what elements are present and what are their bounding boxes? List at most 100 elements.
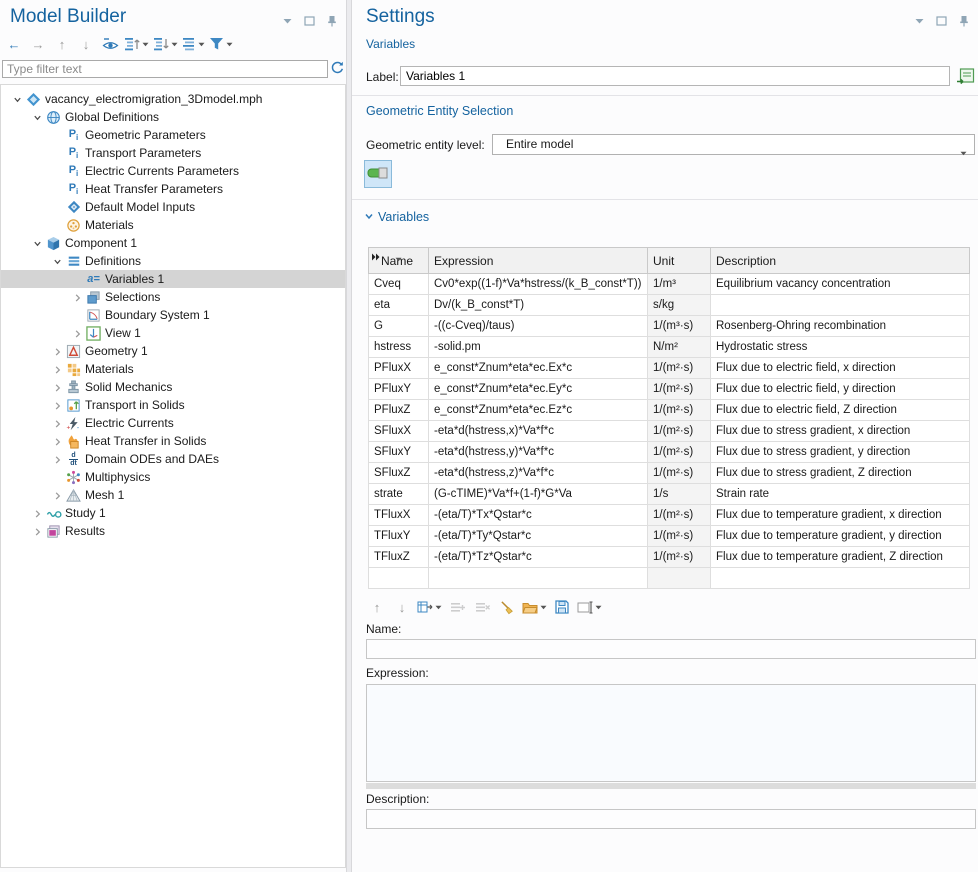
float-panel-icon[interactable] xyxy=(303,14,316,27)
cell-name[interactable]: G xyxy=(369,316,429,337)
cell-name[interactable]: hstress xyxy=(369,337,429,358)
cell-description[interactable] xyxy=(711,295,970,316)
cell-name[interactable]: SFluxX xyxy=(369,421,429,442)
tree-item-variables-1[interactable]: a=Variables 1 xyxy=(1,270,345,288)
tree-item-domain-odes-and-daes[interactable]: ddtDomain ODEs and DAEs xyxy=(1,450,345,468)
cell-unit[interactable]: 1/(m²·s) xyxy=(648,400,711,421)
clear-table-button[interactable] xyxy=(496,597,518,617)
panel-menu-icon[interactable] xyxy=(281,14,294,27)
name-input[interactable] xyxy=(366,639,976,659)
chevron-right-icon[interactable] xyxy=(50,455,65,464)
chevron-down-icon[interactable] xyxy=(50,257,65,266)
cell-expression[interactable]: -solid.pm xyxy=(429,337,648,358)
cell-expression[interactable]: -eta*d(hstress,z)*Va*f*c xyxy=(429,463,648,484)
chevron-right-icon[interactable] xyxy=(50,419,65,428)
show-button[interactable] xyxy=(99,34,121,54)
cell-description[interactable]: Equilibrium vacancy concentration xyxy=(711,274,970,295)
cell-expression[interactable] xyxy=(429,568,648,589)
tree-item-mesh-1[interactable]: Mesh 1 xyxy=(1,486,345,504)
tree-item-multiphysics[interactable]: Multiphysics xyxy=(1,468,345,486)
tree-item-transport-in-solids[interactable]: Transport in Solids xyxy=(1,396,345,414)
chevron-right-icon[interactable] xyxy=(70,293,85,302)
expand-all-button[interactable] xyxy=(123,34,150,54)
dropdown-caret-icon[interactable] xyxy=(171,42,178,47)
cell-description[interactable]: Flux due to electric field, y direction xyxy=(711,379,970,400)
cell-expression[interactable]: -eta*d(hstress,y)*Va*f*c xyxy=(429,442,648,463)
dropdown-caret-icon[interactable] xyxy=(198,42,205,47)
cell-name[interactable]: PFluxX xyxy=(369,358,429,379)
cell-unit[interactable] xyxy=(648,568,711,589)
tree-item-vacancy-electromigration-3dmodel-mph[interactable]: vacancy_electromigration_3Dmodel.mph xyxy=(1,90,345,108)
tree-item-global-definitions[interactable]: Global Definitions xyxy=(1,108,345,126)
tree-item-materials[interactable]: Materials xyxy=(1,216,345,234)
collapse-all-button[interactable] xyxy=(152,34,179,54)
cell-unit[interactable]: 1/(m²·s) xyxy=(648,547,711,568)
float-panel-icon[interactable] xyxy=(935,14,948,27)
cell-name[interactable]: PFluxY xyxy=(369,379,429,400)
column-header-expression[interactable]: Expression xyxy=(429,248,648,274)
move-up-button[interactable]: ↑ xyxy=(366,597,388,617)
save-to-file-button[interactable] xyxy=(551,597,573,617)
tree-item-study-1[interactable]: Study 1 xyxy=(1,504,345,522)
move-to-button[interactable] xyxy=(416,597,443,617)
cell-unit[interactable]: s/kg xyxy=(648,295,711,316)
cell-name[interactable]: PFluxZ xyxy=(369,400,429,421)
tree-item-results[interactable]: Results xyxy=(1,522,345,540)
cell-name[interactable]: SFluxZ xyxy=(369,463,429,484)
cell-unit[interactable]: 1/m³ xyxy=(648,274,711,295)
tree-item-solid-mechanics[interactable]: Solid Mechanics xyxy=(1,378,345,396)
dropdown-caret-icon[interactable] xyxy=(435,605,442,610)
move-up-button[interactable]: ↑ xyxy=(51,34,73,54)
tree-item-boundary-system-1[interactable]: Boundary System 1 xyxy=(1,306,345,324)
cell-unit[interactable]: 1/s xyxy=(648,484,711,505)
back-button[interactable]: ← xyxy=(3,34,25,54)
column-header-description[interactable]: Description xyxy=(711,248,970,274)
cell-name[interactable]: eta xyxy=(369,295,429,316)
chevron-right-icon[interactable] xyxy=(50,347,65,356)
cell-unit[interactable]: 1/(m²·s) xyxy=(648,379,711,400)
move-down-button[interactable]: ↓ xyxy=(391,597,413,617)
load-from-file-button[interactable] xyxy=(521,597,548,617)
geometric-entity-level-select[interactable]: Entire model xyxy=(492,134,975,155)
chevron-right-icon[interactable] xyxy=(50,383,65,392)
tree-item-transport-parameters[interactable]: PiTransport Parameters xyxy=(1,144,345,162)
cell-name[interactable]: TFluxY xyxy=(369,526,429,547)
chevron-right-icon[interactable] xyxy=(30,509,45,518)
pin-panel-icon[interactable] xyxy=(325,14,338,27)
cell-description[interactable]: Flux due to temperature gradient, Z dire… xyxy=(711,547,970,568)
tree-item-heat-transfer-in-solids[interactable]: Heat Transfer in Solids xyxy=(1,432,345,450)
cell-unit[interactable]: 1/(m²·s) xyxy=(648,421,711,442)
tree-item-electric-currents[interactable]: +-Electric Currents xyxy=(1,414,345,432)
forward-button[interactable]: → xyxy=(27,34,49,54)
section-collapse-chevron-icon[interactable] xyxy=(364,210,374,224)
cell-expression[interactable]: e_const*Znum*eta*ec.Ez*c xyxy=(429,400,648,421)
tree-item-geometry-1[interactable]: Geometry 1 xyxy=(1,342,345,360)
chevron-right-icon[interactable] xyxy=(50,401,65,410)
dropdown-caret-icon[interactable] xyxy=(595,605,602,610)
edit-field-button[interactable] xyxy=(576,597,603,617)
tree-item-selections[interactable]: Selections xyxy=(1,288,345,306)
chevron-right-icon[interactable] xyxy=(50,491,65,500)
cell-name[interactable]: TFluxZ xyxy=(369,547,429,568)
cell-description[interactable]: Flux due to stress gradient, Z direction xyxy=(711,463,970,484)
cell-name[interactable]: TFluxX xyxy=(369,505,429,526)
cell-description[interactable]: Flux due to temperature gradient, x dire… xyxy=(711,505,970,526)
tree-item-electric-currents-parameters[interactable]: PiElectric Currents Parameters xyxy=(1,162,345,180)
expression-input[interactable] xyxy=(366,684,976,782)
collapse-columns-icon[interactable] xyxy=(371,250,380,264)
cell-description[interactable]: Flux due to temperature gradient, y dire… xyxy=(711,526,970,547)
cell-expression[interactable]: e_const*Znum*eta*ec.Ex*c xyxy=(429,358,648,379)
tree-item-materials[interactable]: Materials xyxy=(1,360,345,378)
chevron-down-icon[interactable] xyxy=(10,95,25,104)
cell-expression[interactable]: -((c-Cveq)/taus) xyxy=(429,316,648,337)
cell-expression[interactable]: -eta*d(hstress,x)*Va*f*c xyxy=(429,421,648,442)
tree-item-heat-transfer-parameters[interactable]: PiHeat Transfer Parameters xyxy=(1,180,345,198)
tree-item-geometric-parameters[interactable]: PiGeometric Parameters xyxy=(1,126,345,144)
tree-item-component-1[interactable]: Component 1 xyxy=(1,234,345,252)
chevron-right-icon[interactable] xyxy=(70,329,85,338)
cell-expression[interactable]: Cv0*exp((1-f)*Va*hstress/(k_B_const*T)) xyxy=(429,274,648,295)
panel-menu-icon[interactable] xyxy=(913,14,926,27)
tree-item-view-1[interactable]: View 1 xyxy=(1,324,345,342)
cell-description[interactable]: Flux due to stress gradient, x direction xyxy=(711,421,970,442)
tree-item-default-model-inputs[interactable]: Default Model Inputs xyxy=(1,198,345,216)
